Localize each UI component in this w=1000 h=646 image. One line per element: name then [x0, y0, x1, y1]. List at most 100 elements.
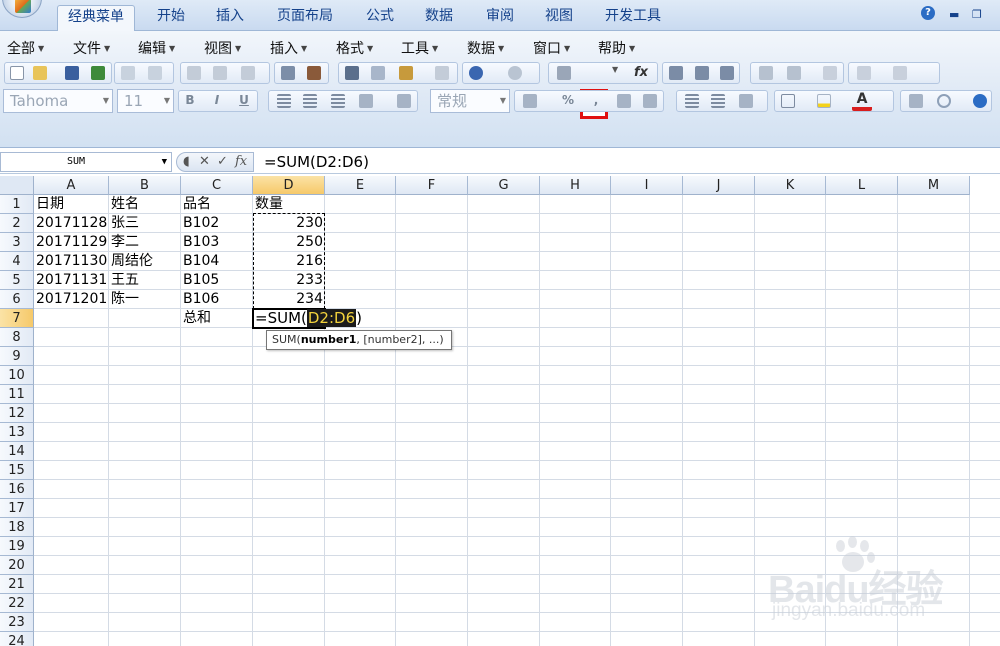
name-cell[interactable]: 陈一 [109, 290, 181, 309]
name-cell[interactable]: 王五 [109, 271, 181, 290]
cancel-icon[interactable]: ✕ [199, 154, 210, 169]
product-cell[interactable]: B106 [181, 290, 253, 309]
autosum-dropdown-icon[interactable]: ▼ [612, 65, 622, 85]
row-header-18[interactable]: 18 [0, 518, 34, 537]
menu-format[interactable]: 格式 ▼ [336, 38, 373, 58]
ribbon-minimize-icon[interactable]: ▬ [949, 8, 959, 21]
font-name-select[interactable]: Tahoma ▼ [3, 89, 113, 113]
product-cell[interactable]: B103 [181, 233, 253, 252]
cell-edit-formula[interactable]: =SUM(D2:D6) [255, 309, 362, 327]
format-painter-icon[interactable] [432, 63, 452, 83]
italic-button[interactable]: I [207, 90, 227, 110]
tab-developer[interactable]: 开发工具 [605, 5, 661, 31]
column-header-d[interactable]: D [253, 176, 325, 195]
row-header-7[interactable]: 7 [0, 309, 34, 328]
menu-window[interactable]: 窗口 ▼ [533, 38, 570, 58]
menu-edit[interactable]: 编辑 ▼ [138, 38, 175, 58]
row-header-17[interactable]: 17 [0, 499, 34, 518]
merge-center-icon[interactable] [356, 91, 376, 111]
spell-check-icon[interactable] [278, 63, 298, 83]
insert-function-fx-icon[interactable]: fx [235, 154, 247, 169]
product-cell[interactable]: B102 [181, 214, 253, 233]
research-icon[interactable] [238, 63, 258, 83]
fill-color-icon[interactable] [814, 91, 834, 111]
expand-icon[interactable]: ◖ [183, 154, 190, 169]
font-size-select[interactable]: 11 ▼ [117, 89, 174, 113]
shape-icon[interactable] [854, 63, 874, 83]
product-cell[interactable]: B104 [181, 252, 253, 271]
redo-icon[interactable] [505, 63, 525, 83]
menu-help[interactable]: 帮助 ▼ [598, 38, 635, 58]
row-header-21[interactable]: 21 [0, 575, 34, 594]
filter-icon[interactable] [717, 63, 737, 83]
column-header-e[interactable]: E [325, 176, 396, 195]
tab-review[interactable]: 审阅 [486, 5, 514, 31]
number-format-select[interactable]: 常规 ▼ [430, 89, 510, 113]
open-folder-icon[interactable] [30, 63, 50, 83]
save-icon[interactable] [62, 63, 82, 83]
print-icon[interactable] [184, 63, 204, 83]
research-book-icon[interactable] [304, 63, 324, 83]
tab-data[interactable]: 数据 [425, 5, 453, 31]
column-header-l[interactable]: L [826, 176, 898, 195]
help-toolbar-icon[interactable] [970, 91, 990, 111]
column-header-b[interactable]: B [109, 176, 181, 195]
tooltip-arg1[interactable]: number1 [301, 333, 357, 346]
chart-icon[interactable] [756, 63, 776, 83]
row-header-15[interactable]: 15 [0, 461, 34, 480]
menu-file[interactable]: 文件 ▼ [73, 38, 110, 58]
row-header-20[interactable]: 20 [0, 556, 34, 575]
align-center-icon[interactable] [300, 91, 320, 111]
header-cell[interactable]: 姓名 [109, 195, 181, 214]
wrap-text-icon[interactable] [394, 91, 414, 111]
product-cell[interactable]: B105 [181, 271, 253, 290]
select-all-corner[interactable] [0, 176, 34, 195]
total-label-cell[interactable]: 总和 [181, 309, 253, 328]
print-preview-icon[interactable] [210, 63, 230, 83]
font-color-icon[interactable]: A [852, 91, 872, 111]
menu-tools[interactable]: 工具 ▼ [401, 38, 438, 58]
menu-insert[interactable]: 插入 ▼ [270, 38, 307, 58]
row-header-22[interactable]: 22 [0, 594, 34, 613]
tab-formulas[interactable]: 公式 [366, 5, 394, 31]
picture-icon[interactable] [906, 91, 926, 111]
help-icon[interactable]: ? [921, 6, 935, 20]
grid-icon[interactable] [820, 63, 840, 83]
date-cell[interactable]: 20171131 [34, 271, 109, 290]
header-cell[interactable]: 品名 [181, 195, 253, 214]
row-header-19[interactable]: 19 [0, 537, 34, 556]
formula-input[interactable]: =SUM(D2:D6) [264, 153, 369, 171]
row-header-12[interactable]: 12 [0, 404, 34, 423]
row-header-13[interactable]: 13 [0, 423, 34, 442]
row-header-14[interactable]: 14 [0, 442, 34, 461]
column-header-h[interactable]: H [540, 176, 611, 195]
email-icon[interactable] [145, 63, 165, 83]
cut-icon[interactable] [342, 63, 362, 83]
column-header-c[interactable]: C [181, 176, 253, 195]
hyperlink-icon[interactable] [554, 63, 574, 83]
tab-classic-menu[interactable]: 经典菜单 [57, 5, 135, 31]
increase-decimal-icon[interactable] [614, 91, 634, 111]
decrease-decimal-icon[interactable] [640, 91, 660, 111]
name-box[interactable]: SUM ▼ [0, 152, 172, 172]
ink-icon[interactable] [890, 63, 910, 83]
row-header-10[interactable]: 10 [0, 366, 34, 385]
row-header-5[interactable]: 5 [0, 271, 34, 290]
column-header-i[interactable]: I [611, 176, 683, 195]
percent-button[interactable]: % [558, 90, 578, 110]
row-header-1[interactable]: 1 [0, 195, 34, 214]
name-cell[interactable]: 李二 [109, 233, 181, 252]
sort-ascending-icon[interactable] [666, 63, 686, 83]
row-header-8[interactable]: 8 [0, 328, 34, 347]
tab-insert[interactable]: 插入 [216, 5, 244, 31]
column-header-g[interactable]: G [468, 176, 540, 195]
insert-function-icon[interactable]: fx [626, 63, 656, 83]
menu-view[interactable]: 视图 ▼ [204, 38, 241, 58]
sort-descending-icon[interactable] [692, 63, 712, 83]
row-header-6[interactable]: 6 [0, 290, 34, 309]
row-header-4[interactable]: 4 [0, 252, 34, 271]
decrease-indent-icon[interactable] [682, 91, 702, 111]
permission-icon[interactable] [118, 63, 138, 83]
column-header-k[interactable]: K [755, 176, 826, 195]
row-header-11[interactable]: 11 [0, 385, 34, 404]
